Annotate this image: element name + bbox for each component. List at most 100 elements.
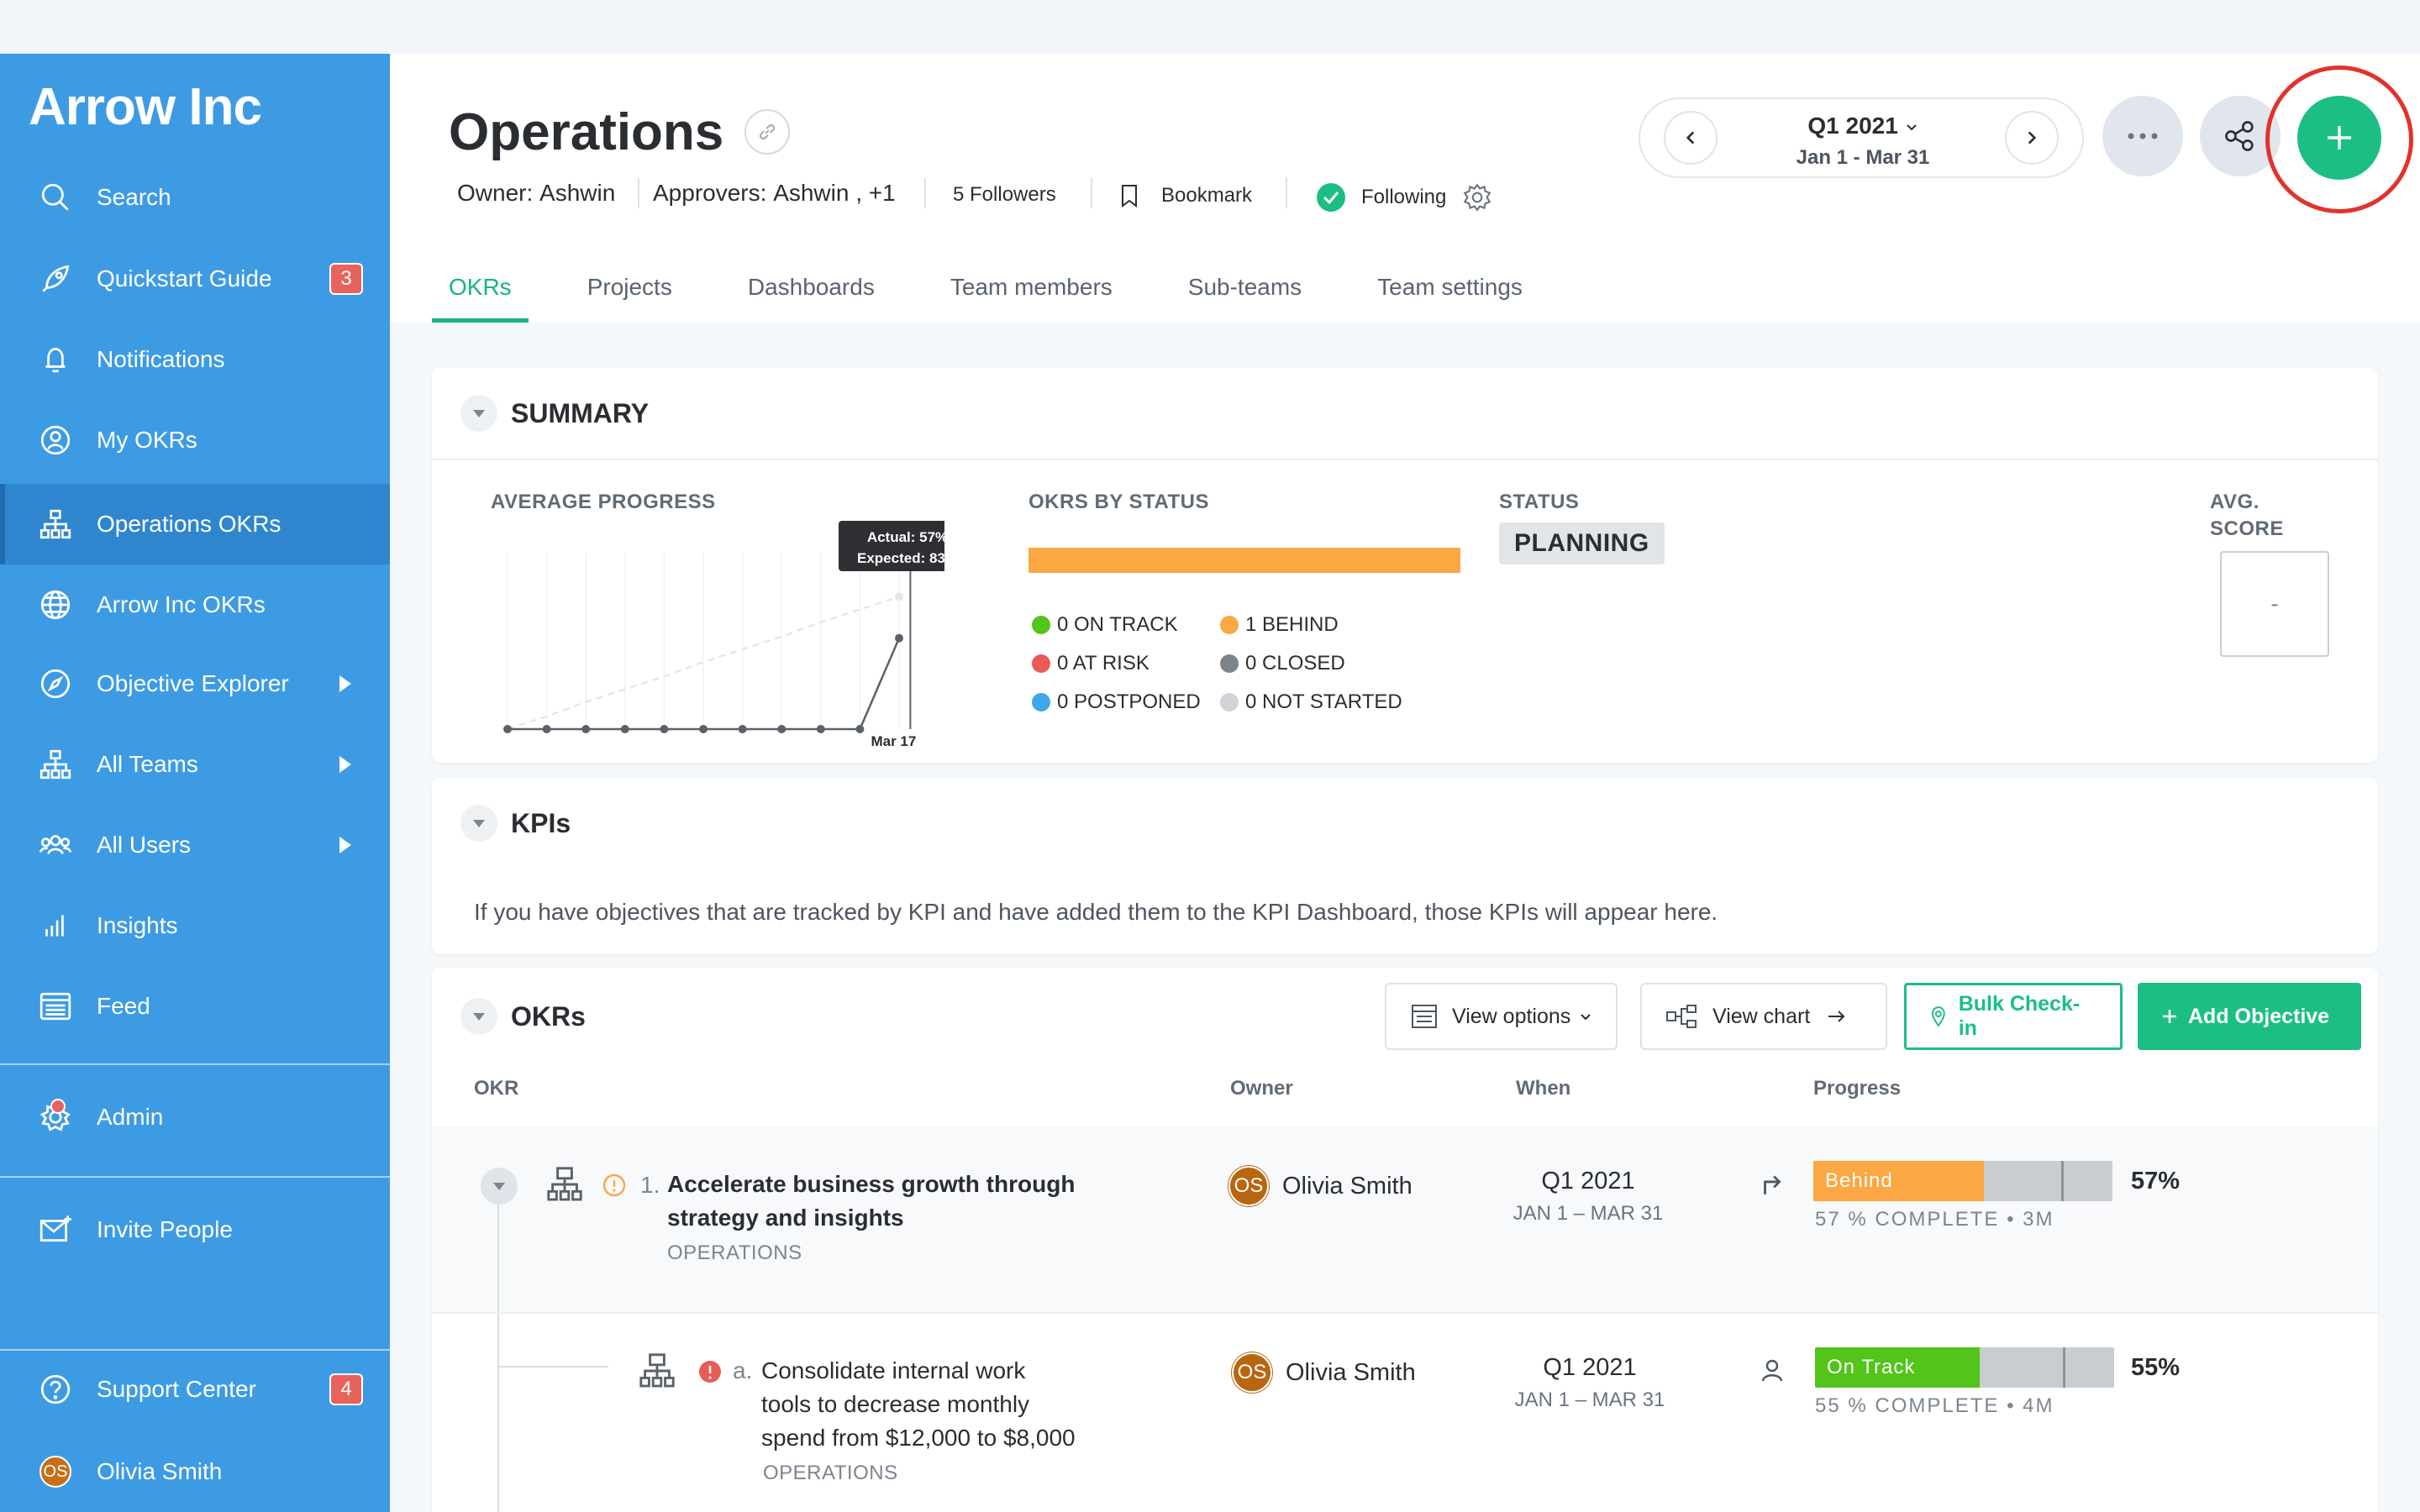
sidebar-item-invite-people[interactable]: Invite People — [0, 1189, 390, 1270]
sidebar-item-feed[interactable]: Feed — [0, 966, 390, 1047]
tab-team-members[interactable]: Team members — [934, 252, 1129, 323]
status-distribution-bar — [1028, 548, 1460, 573]
legend-at-risk[interactable]: 0 AT RISK — [1032, 652, 1150, 675]
warning-icon[interactable] — [602, 1173, 627, 1198]
following-toggle[interactable]: Following — [1316, 181, 1493, 213]
column-header-progress[interactable]: Progress — [1813, 1077, 1901, 1100]
caret-down-icon — [493, 1182, 505, 1190]
bulk-checkin-label: Bulk Check-in — [1958, 992, 2081, 1040]
legend-postponed[interactable]: 0 POSTPONED — [1032, 690, 1201, 714]
rocket-icon — [37, 260, 74, 297]
copy-link-button[interactable] — [744, 109, 790, 155]
sidebar-item-label: Objective Explorer — [97, 670, 289, 696]
card-divider — [432, 459, 2378, 460]
objective-owner[interactable]: OS Olivia Smith — [1228, 1166, 1413, 1206]
column-header-okr[interactable]: OKR — [474, 1077, 518, 1100]
bookmark-button[interactable]: Bookmark — [1119, 181, 1252, 210]
tab-projects[interactable]: Projects — [571, 252, 689, 323]
objective-type-icon — [547, 1167, 582, 1201]
kpis-header[interactable]: KPIs — [460, 805, 571, 842]
summary-title: SUMMARY — [511, 397, 650, 428]
sidebar-item-insights[interactable]: Insights — [0, 885, 390, 966]
following-label: Following — [1361, 186, 1447, 208]
summary-header[interactable]: SUMMARY — [460, 395, 649, 432]
sidebar-item-label: Feed — [97, 993, 150, 1019]
tab-dashboards[interactable]: Dashboards — [731, 252, 892, 323]
objective-title[interactable]: Accelerate business growth through strat… — [667, 1168, 1075, 1235]
progress-status: Behind — [1825, 1169, 1893, 1192]
sidebar-item-admin[interactable]: Admin — [0, 1077, 390, 1158]
plus-icon — [2163, 1010, 2176, 1023]
legend-label: 0 ON TRACK — [1057, 613, 1178, 636]
view-chart-button[interactable]: View chart — [1640, 983, 1887, 1050]
bar-chart-icon — [37, 907, 74, 944]
progress-bar[interactable]: On Track — [1815, 1347, 2114, 1388]
expand-arrow-icon[interactable] — [339, 675, 351, 692]
alert-icon[interactable] — [697, 1359, 723, 1384]
expand-arrow-icon[interactable] — [339, 837, 351, 853]
status-dot — [1220, 616, 1239, 634]
sidebar-item-arrow-inc-okrs[interactable]: Arrow Inc OKRs — [0, 564, 390, 645]
more-options-button[interactable] — [2102, 96, 2183, 176]
view-options-button[interactable]: View options — [1385, 983, 1618, 1050]
status-badge: PLANNING — [1499, 522, 1665, 564]
collapse-toggle[interactable] — [460, 805, 497, 842]
tab-team-settings[interactable]: Team settings — [1360, 252, 1539, 323]
add-objective-button[interactable]: Add Objective — [2138, 983, 2361, 1050]
column-header-when[interactable]: When — [1516, 1077, 1570, 1100]
sidebar-item-label: Arrow Inc OKRs — [97, 591, 266, 617]
expand-arrow-icon[interactable] — [339, 756, 351, 773]
sidebar-item-user-profile[interactable]: OS Olivia Smith — [0, 1431, 390, 1512]
legend-behind[interactable]: 1 BEHIND — [1220, 613, 1339, 637]
next-period-button[interactable] — [2005, 111, 2059, 165]
tab-okrs[interactable]: OKRs — [432, 252, 529, 323]
feed-icon — [37, 988, 74, 1025]
objective-team[interactable]: OPERATIONS — [667, 1242, 802, 1265]
collapse-toggle[interactable] — [460, 395, 497, 432]
caret-down-icon — [473, 1012, 485, 1021]
settings-gear-icon[interactable] — [1461, 181, 1493, 213]
location-pin-icon — [1931, 1006, 1945, 1027]
row-collapse-toggle[interactable] — [481, 1168, 518, 1205]
key-result-owner[interactable]: OS Olivia Smith — [1232, 1352, 1416, 1393]
users-icon — [37, 827, 74, 864]
highlight-ring — [2265, 66, 2413, 213]
legend-on-track[interactable]: 0 ON TRACK — [1032, 613, 1178, 637]
previous-period-button[interactable] — [1664, 111, 1718, 165]
sidebar-item-objective-explorer[interactable]: Objective Explorer — [0, 643, 390, 724]
trend-turn-icon — [1764, 1175, 1781, 1194]
okrs-header[interactable]: OKRs — [460, 998, 586, 1035]
followers-link[interactable]: 5 Followers — [953, 183, 1056, 207]
bulk-checkin-button[interactable]: Bulk Check-in — [1904, 983, 2123, 1050]
period-selector: Q1 2021 Jan 1 - Mar 31 — [1639, 97, 2084, 178]
sidebar-item-all-teams[interactable]: All Teams — [0, 724, 390, 805]
brand-logo[interactable]: Arrow Inc — [29, 77, 262, 137]
period-dropdown[interactable]: Q1 2021 Jan 1 - Mar 31 — [1749, 113, 1976, 170]
progress-status: On Track — [1827, 1356, 1916, 1378]
progress-percent: 57% — [2131, 1168, 2181, 1194]
avg-progress-label: AVERAGE PROGRESS — [491, 491, 716, 513]
owner-name: Olivia Smith — [1286, 1358, 1416, 1386]
key-result-title[interactable]: Consolidate internal work tools to decre… — [761, 1354, 1076, 1455]
when-range: JAN 1 – MAR 31 — [1512, 1202, 1664, 1225]
sidebar-item-support-center[interactable]: Support Center 4 — [0, 1349, 390, 1430]
owner-name[interactable]: Ashwin — [539, 180, 615, 207]
sidebar-item-all-users[interactable]: All Users — [0, 805, 390, 885]
legend-closed[interactable]: 0 CLOSED — [1220, 652, 1345, 675]
sidebar-item-label: All Teams — [97, 751, 198, 777]
column-header-owner[interactable]: Owner — [1230, 1077, 1293, 1100]
sidebar-item-my-okrs[interactable]: My OKRs — [0, 400, 390, 480]
approvers-names[interactable]: Ashwin , +1 — [773, 180, 896, 207]
progress-bar[interactable]: Behind — [1813, 1161, 2112, 1201]
tab-sub-teams[interactable]: Sub-teams — [1171, 252, 1318, 323]
chart-x-labels: Mar 17 — [871, 733, 916, 749]
sidebar-item-notifications[interactable]: Notifications — [0, 319, 390, 400]
sidebar-item-operations-okrs[interactable]: Operations OKRs — [0, 484, 390, 564]
sidebar-item-label: Olivia Smith — [97, 1458, 223, 1484]
sidebar-item-search[interactable]: Search — [0, 157, 390, 238]
sidebar-item-quickstart[interactable]: Quickstart Guide 3 — [0, 239, 390, 319]
collapse-toggle[interactable] — [460, 998, 497, 1035]
key-result-team[interactable]: OPERATIONS — [763, 1462, 898, 1485]
approvers-label: Approvers: — [653, 180, 767, 206]
legend-not-started[interactable]: 0 NOT STARTED — [1220, 690, 1402, 714]
